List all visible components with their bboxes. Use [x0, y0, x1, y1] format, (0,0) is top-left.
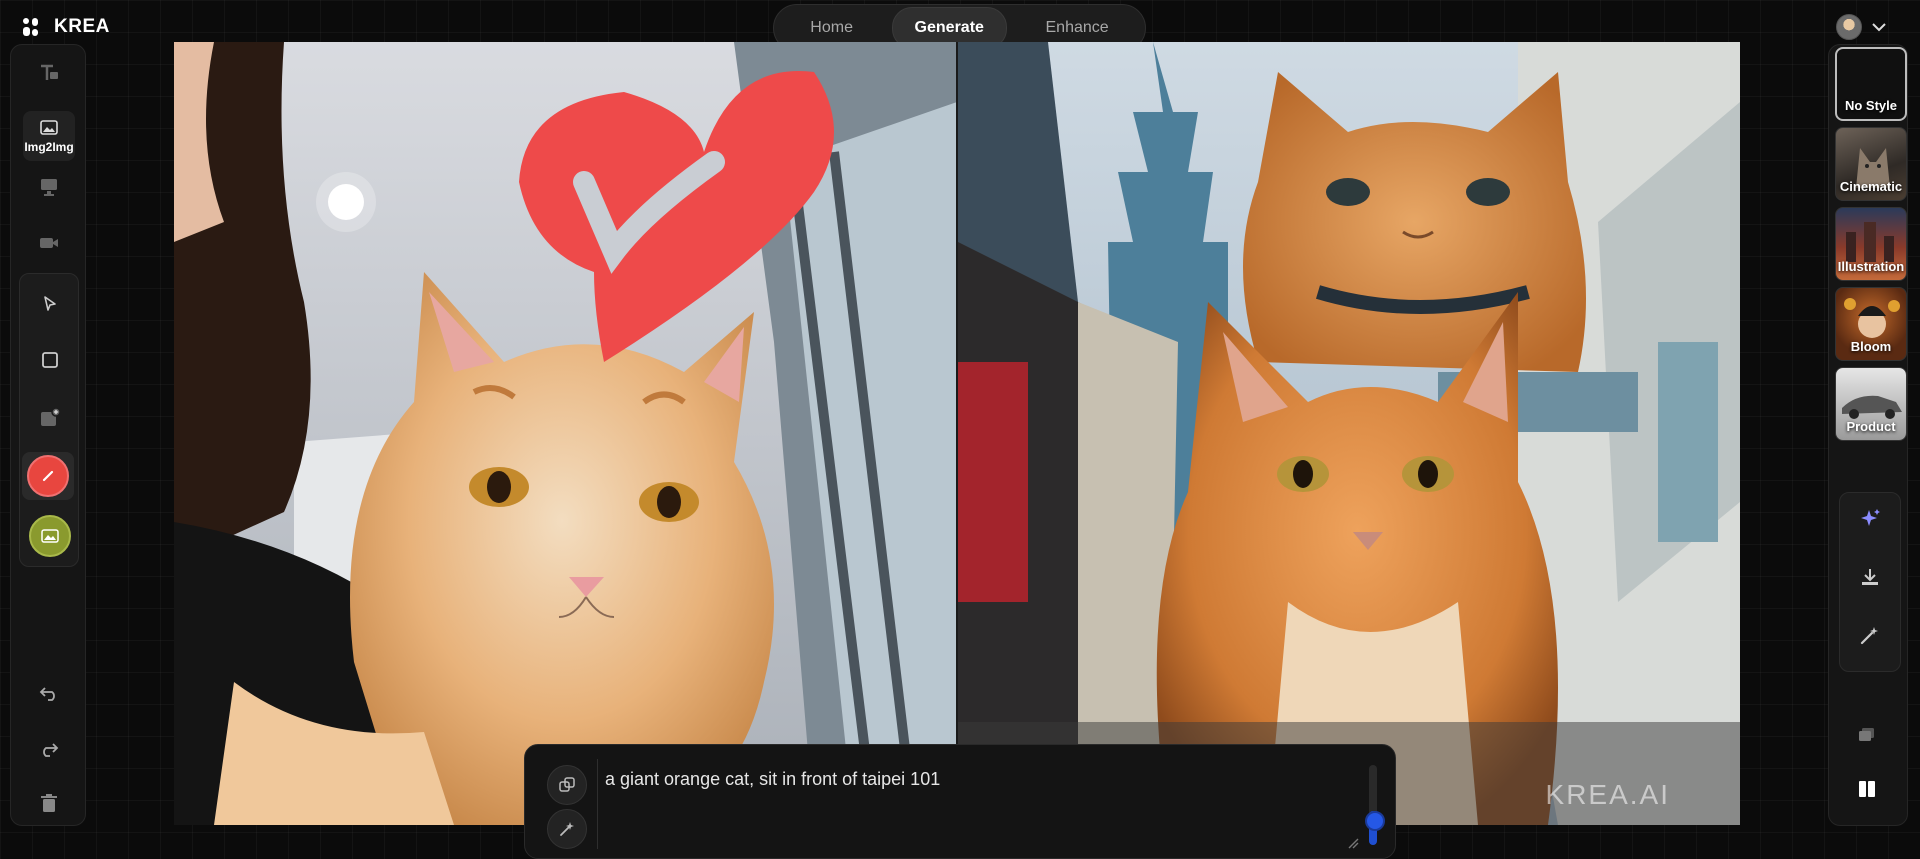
canvas[interactable]: KREA.AI — [174, 42, 1740, 825]
ai-patch-button[interactable] — [547, 809, 587, 849]
undo-icon — [39, 687, 55, 701]
text-image-icon — [41, 64, 58, 80]
text-to-image-tool[interactable] — [23, 55, 75, 91]
layers-icon — [1859, 728, 1874, 741]
sparkles-icon — [1861, 509, 1880, 526]
resize-handle-icon[interactable] — [1347, 837, 1359, 849]
generated-photo-cat — [958, 42, 1740, 825]
style-label: Illustration — [1837, 259, 1905, 274]
video-camera-icon — [40, 238, 58, 248]
prompt-separator — [597, 759, 598, 849]
select-tool[interactable] — [24, 284, 76, 324]
magic-wand-icon — [1860, 627, 1878, 645]
link-image-icon — [559, 777, 575, 792]
magic-edit-button[interactable] — [1854, 619, 1886, 651]
video-tool[interactable] — [23, 225, 75, 261]
redo-icon — [43, 743, 59, 757]
profile-menu[interactable] — [1836, 14, 1888, 40]
trash-icon — [41, 794, 57, 812]
generated-image[interactable]: KREA.AI — [958, 42, 1740, 825]
krea-logo-icon — [23, 18, 38, 36]
style-no-style[interactable]: No Style — [1835, 47, 1907, 121]
prompt-panel: a giant orange cat, sit in front of taip… — [524, 744, 1396, 859]
watermark: KREA.AI — [1545, 779, 1670, 810]
brush-tool[interactable] — [22, 452, 74, 500]
brush-color-swatch — [27, 455, 69, 497]
undo-button[interactable] — [23, 675, 75, 711]
styles-panel: No Style Cinematic Illustration Bloom Pr… — [1828, 44, 1908, 826]
app-name: KREA — [54, 16, 110, 37]
prompt-input[interactable]: a giant orange cat, sit in front of taip… — [605, 769, 940, 790]
image-prompt-button[interactable] — [547, 765, 587, 805]
ai-strength-handle[interactable] — [1365, 811, 1385, 831]
chevron-down-icon — [1872, 23, 1886, 32]
enhance-button[interactable] — [1854, 503, 1886, 535]
wand-icon — [560, 822, 574, 836]
style-cinematic[interactable]: Cinematic — [1835, 127, 1907, 201]
input-photo-cat — [174, 42, 957, 825]
canvas-actions — [1839, 492, 1901, 672]
img2img-label: Img2Img — [24, 139, 74, 154]
img2img-tool[interactable]: Img2Img — [23, 111, 75, 161]
brush-icon — [42, 470, 54, 482]
delete-button[interactable] — [23, 785, 75, 821]
ai-strength-slider[interactable] — [1365, 765, 1385, 845]
split-view-button[interactable] — [1851, 773, 1883, 805]
style-label: Product — [1846, 419, 1896, 434]
input-image[interactable] — [174, 42, 957, 825]
monitor-icon — [41, 179, 57, 196]
shape-tool[interactable] — [24, 340, 76, 380]
img2img-icon — [40, 119, 58, 135]
landscape-icon — [41, 529, 59, 543]
style-label: No Style — [1844, 98, 1897, 113]
style-illustration[interactable]: Illustration — [1835, 207, 1907, 281]
style-label: Bloom — [1850, 339, 1892, 354]
realtime-tool[interactable] — [23, 169, 75, 205]
layers-button[interactable] — [1851, 719, 1883, 751]
style-bloom[interactable]: Bloom — [1835, 287, 1907, 361]
redo-button[interactable] — [23, 731, 75, 767]
square-icon — [42, 352, 58, 368]
brand[interactable]: KREA — [20, 12, 110, 42]
split-view-icon — [1859, 781, 1875, 797]
add-image-icon — [41, 407, 61, 426]
background-image-tool[interactable] — [24, 514, 76, 558]
style-product[interactable]: Product — [1835, 367, 1907, 441]
style-label: Cinematic — [1839, 179, 1903, 194]
download-icon — [1862, 569, 1878, 585]
avatar — [1836, 14, 1862, 40]
download-button[interactable] — [1854, 561, 1886, 593]
left-toolbar: Img2Img — [10, 44, 86, 826]
image-swatch — [29, 515, 71, 557]
cursor-icon — [44, 296, 56, 311]
add-image-tool[interactable] — [24, 398, 76, 438]
drawing-tools-panel — [19, 273, 79, 567]
